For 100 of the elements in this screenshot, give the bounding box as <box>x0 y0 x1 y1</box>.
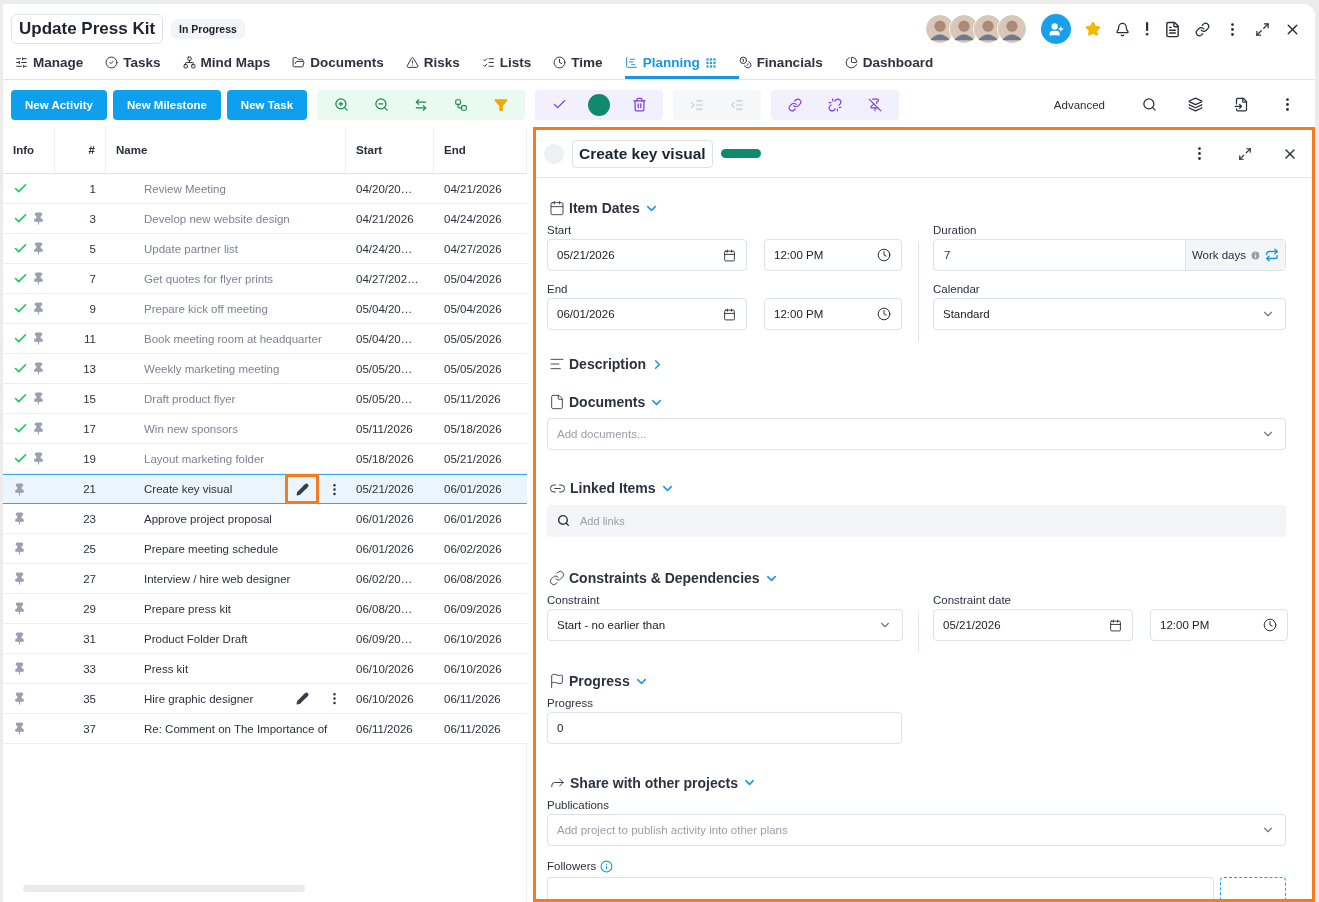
task-name[interactable]: Interview / hire web designer <box>144 572 342 585</box>
calendar-dropdown[interactable]: Standard <box>933 298 1286 330</box>
project-title[interactable]: Update Press Kit <box>11 14 164 44</box>
task-name[interactable]: Hire graphic designer <box>144 692 285 705</box>
table-row[interactable]: 35 Hire graphic designer 06/10/2026 06/11/2026 <box>3 684 526 714</box>
section-title[interactable]: Linked Items <box>570 480 656 497</box>
date-field[interactable]: 05/21/2026 <box>547 239 747 271</box>
clock-icon <box>877 248 891 262</box>
field-label: End <box>547 283 569 295</box>
time-field[interactable]: 12:00 PM <box>1150 609 1288 642</box>
task-name[interactable]: Prepare kick off meeting <box>144 302 342 315</box>
add-user-icon <box>1048 21 1064 37</box>
task-name[interactable]: Press kit <box>144 662 342 675</box>
add-user-button[interactable] <box>1041 14 1071 44</box>
follow-button[interactable] <box>1220 877 1286 899</box>
grip-icon <box>704 56 717 69</box>
end-date: 06/11/2026 <box>434 714 527 744</box>
end-date: 05/18/2026 <box>434 414 527 444</box>
table-row[interactable]: 9 Prepare kick off meeting 05/04/20… 05/04/2026 <box>3 294 526 324</box>
table-row[interactable]: 5 Update partner list 04/24/20… 04/27/2026 <box>3 234 526 264</box>
task-name[interactable]: Approve project proposal <box>144 512 342 525</box>
tab[interactable]: Documents <box>292 55 406 79</box>
table-row[interactable]: 25 Prepare meeting schedule 06/01/2026 06/02/2026 <box>3 534 526 564</box>
field-label: Progress <box>547 697 595 710</box>
section-title[interactable]: Share with other projects <box>570 774 739 791</box>
date-field[interactable]: 06/01/2026 <box>547 298 747 330</box>
text-lines-icon <box>549 356 565 372</box>
document-icon[interactable] <box>1164 20 1181 38</box>
tab[interactable]: Manage <box>15 55 106 79</box>
end-date: 05/11/2026 <box>434 384 527 414</box>
expand-icon[interactable] <box>1255 21 1270 37</box>
table-row[interactable]: 7 Get quotes for flyer prints 04/27/202… 05/04/2026 <box>3 264 526 294</box>
avatar[interactable] <box>997 14 1027 44</box>
task-name[interactable]: Weekly marketing meeting <box>144 362 342 375</box>
expand-icon[interactable] <box>1238 146 1252 161</box>
field-label: Calendar <box>933 283 981 295</box>
tab[interactable]: Tasks <box>105 55 183 79</box>
task-name[interactable]: Draft product flyer <box>144 392 342 405</box>
tab[interactable]: Dashboard <box>844 55 956 79</box>
task-name[interactable]: Win new sponsors <box>144 422 342 435</box>
table-row[interactable]: 11 Book meeting room at headquarter 05/04/20… 05/05/2026 <box>3 324 526 354</box>
task-name[interactable]: Get quotes for flyer prints <box>144 272 342 285</box>
task-name[interactable]: Re: Comment on The Importance of <box>144 722 342 735</box>
row-number: 21 <box>55 474 106 504</box>
time-field[interactable]: 12:00 PM <box>764 239 902 271</box>
section-title[interactable]: Item Dates <box>569 200 640 216</box>
end-date: 04/24/2026 <box>434 204 527 234</box>
section-title[interactable]: Progress <box>569 673 630 690</box>
tab[interactable]: Risks <box>405 55 482 79</box>
section-title[interactable]: Documents <box>569 394 646 410</box>
clock-icon <box>877 307 891 321</box>
table-row[interactable]: 23 Approve project proposal 06/01/2026 06/01/2026 <box>3 504 526 534</box>
constraint-dropdown[interactable]: Start - no earlier than <box>547 609 903 642</box>
table-row[interactable]: 1 Review Meeting 04/20/20… 04/21/2026 <box>3 174 526 204</box>
table-row[interactable]: 19 Layout marketing folder 05/18/2026 05/21/2026 <box>3 444 526 474</box>
tab[interactable]: Financials <box>738 55 845 79</box>
pencil-icon <box>295 482 309 496</box>
section-title[interactable]: Constraints & Dependencies <box>569 570 760 587</box>
task-name[interactable]: Prepare press kit <box>144 602 342 615</box>
link-icon[interactable] <box>1195 21 1210 37</box>
network-icon <box>182 56 196 69</box>
table-row[interactable]: 31 Product Folder Draft 06/09/20… 06/10/2026 <box>3 624 526 654</box>
table-row[interactable]: 29 Prepare press kit 06/08/20… 06/09/2026 <box>3 594 526 624</box>
task-name[interactable]: Develop new website design <box>144 212 342 225</box>
tab[interactable]: Mind Maps <box>182 55 293 79</box>
advanced-button[interactable]: Advanced <box>1053 98 1123 111</box>
status-pill <box>720 149 761 158</box>
task-name[interactable]: Review Meeting <box>144 182 342 195</box>
table-row[interactable]: 17 Win new sponsors 05/11/2026 05/18/2026 <box>3 414 526 444</box>
task-name[interactable]: Product Folder Draft <box>144 632 342 645</box>
progress-field[interactable]: 0 <box>547 712 902 745</box>
field-label: Publications <box>547 799 610 812</box>
task-name[interactable]: Prepare meeting schedule <box>144 542 342 555</box>
table-row[interactable]: 13 Weekly marketing meeting 05/05/20… 05/05/2026 <box>3 354 526 384</box>
followers-field[interactable] <box>547 877 1214 899</box>
table-row[interactable]: 3 Develop new website design 04/21/2026 04/24/2026 <box>3 204 526 234</box>
star-icon[interactable] <box>1085 21 1101 37</box>
date-field[interactable]: 05/21/2026 <box>933 609 1133 642</box>
calendar-icon <box>1109 618 1122 632</box>
time-field[interactable]: 12:00 PM <box>764 298 902 330</box>
table-row[interactable]: 15 Draft product flyer 05/05/20… 05/11/2026 <box>3 384 526 414</box>
table-row[interactable]: 37 Re: Comment on The Importance of 06/11/2026 06/11/2026 <box>3 714 526 744</box>
end-date: 05/04/2026 <box>434 294 527 324</box>
tab[interactable]: Lists <box>481 55 554 79</box>
table-row[interactable]: 21 Create key visual 05/21/2026 06/01/2026 <box>3 474 526 504</box>
file-icon <box>549 394 565 410</box>
edit-button[interactable] <box>285 474 319 504</box>
field-label: Constraint <box>547 594 601 607</box>
item-title[interactable]: Create key visual <box>572 139 713 168</box>
task-name[interactable]: Layout marketing folder <box>144 452 342 465</box>
table-row[interactable]: 27 Interview / hire web designer 06/02/20… 06/08/2026 <box>3 564 526 594</box>
end-date: 06/10/2026 <box>434 654 527 684</box>
task-name[interactable]: Book meeting room at headquarter <box>144 332 342 345</box>
table-row[interactable]: 33 Press kit 06/10/2026 06/10/2026 <box>3 654 526 684</box>
clock-icon <box>553 56 567 69</box>
section-title[interactable]: Description <box>569 356 646 372</box>
task-name[interactable]: Update partner list <box>144 242 342 255</box>
tab[interactable]: Time <box>553 55 625 79</box>
bell-icon[interactable] <box>1115 21 1130 37</box>
exclamation-icon[interactable] <box>1144 22 1150 36</box>
